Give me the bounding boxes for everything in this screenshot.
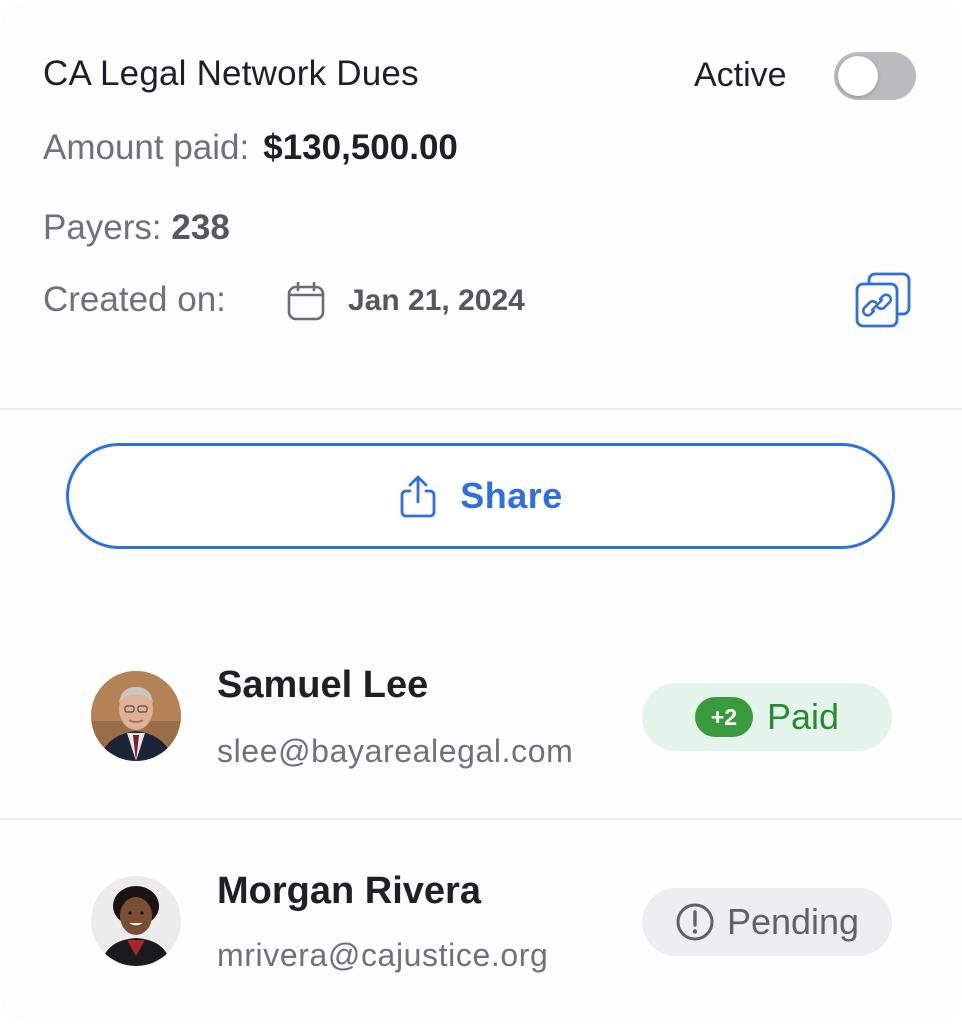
share-icon — [400, 475, 436, 518]
campaign-card: CA Legal Network Dues Active Amount paid… — [0, 0, 962, 1024]
toggle-knob — [838, 56, 878, 96]
created-date: Jan 21, 2024 — [348, 284, 525, 317]
active-toggle[interactable] — [834, 52, 916, 100]
payer-name: Samuel Lee — [217, 664, 429, 706]
payers-label: Payers: — [43, 208, 162, 247]
campaign-title: CA Legal Network Dues — [43, 54, 419, 93]
section-divider — [0, 408, 962, 410]
calendar-icon — [287, 281, 325, 321]
list-item[interactable]: Morgan Rivera mrivera@cajustice.org Pend… — [0, 820, 962, 1020]
avatar — [91, 671, 181, 761]
share-button[interactable]: Share — [66, 443, 895, 549]
payer-email: mrivera@cajustice.org — [217, 937, 549, 973]
payer-name: Morgan Rivera — [217, 870, 481, 912]
amount-paid-label: Amount paid: — [43, 128, 250, 167]
payers-count: 238 — [171, 208, 230, 247]
status-badge: Pending — [642, 888, 892, 956]
share-button-label: Share — [460, 475, 563, 516]
copy-link-icon[interactable] — [853, 270, 913, 330]
avatar — [91, 876, 181, 966]
created-on-label: Created on: — [43, 280, 226, 319]
amount-paid-row: Amount paid: $130,500.00 — [43, 128, 458, 168]
status-label-paid: Paid — [766, 696, 840, 737]
status-label-pending: Pending — [726, 901, 860, 942]
payer-email: slee@bayarealegal.com — [217, 733, 574, 769]
list-item[interactable]: Samuel Lee slee@bayarealegal.com +2 Paid — [0, 620, 962, 820]
status-badge: +2 Paid — [642, 683, 892, 751]
created-on-row: Created on: — [43, 280, 226, 320]
status-label: Active — [694, 56, 787, 94]
payers-row: Payers: 238 — [43, 208, 230, 248]
alert-circle-icon — [676, 903, 714, 941]
count-badge: +2 — [694, 697, 753, 737]
amount-paid-value: $130,500.00 — [263, 128, 458, 167]
